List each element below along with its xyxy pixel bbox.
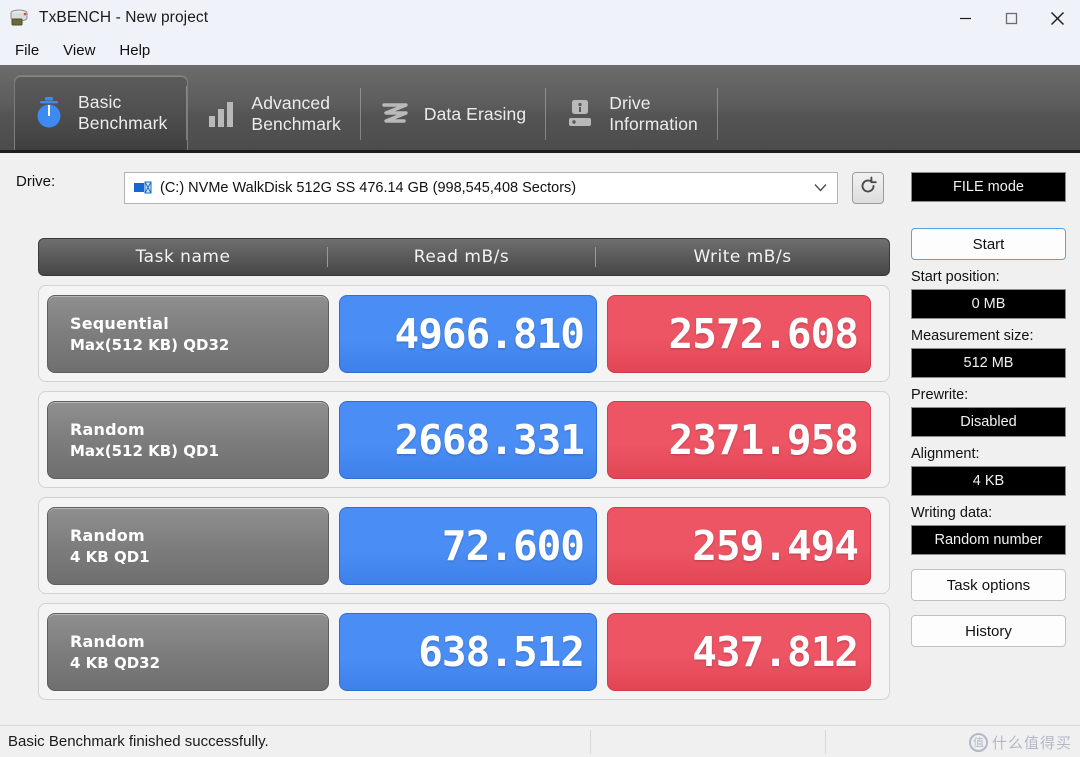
read-value-cell: 638.512 bbox=[339, 612, 597, 691]
window-title: TxBENCH - New project bbox=[39, 9, 209, 26]
write-value-cell: 259.494 bbox=[607, 506, 871, 585]
start-button[interactable]: Start bbox=[911, 228, 1066, 260]
task-line1: Random bbox=[70, 525, 145, 545]
title-bar: TxBENCH - New project bbox=[0, 0, 1080, 36]
results-panel: Task name Read mB/s Write mB/s Sequentia… bbox=[38, 238, 890, 700]
write-value-cell: 437.812 bbox=[607, 612, 871, 691]
column-header-task-name: Task name bbox=[135, 247, 231, 267]
task-line1: Random bbox=[70, 631, 145, 651]
file-mode-button[interactable]: FILE mode bbox=[911, 172, 1066, 202]
watermark-text: 什么值得买 bbox=[991, 734, 1072, 752]
tab-divider bbox=[716, 88, 718, 140]
measurement-size-value[interactable]: 512 MB bbox=[911, 348, 1066, 378]
task-options-button[interactable]: Task options bbox=[911, 569, 1066, 601]
disk-stack-icon bbox=[8, 8, 30, 28]
column-header-write: Write mB/s bbox=[595, 247, 889, 267]
results-header: Task name Read mB/s Write mB/s bbox=[38, 238, 890, 276]
start-position-label: Start position: bbox=[911, 269, 1000, 285]
refresh-button[interactable] bbox=[852, 172, 884, 204]
watermark: 值 什么值得买 bbox=[968, 730, 1072, 754]
tab-divider bbox=[186, 86, 188, 140]
writing-data-value[interactable]: Random number bbox=[911, 525, 1066, 555]
alignment-label: Alignment: bbox=[911, 446, 980, 462]
maximize-button[interactable] bbox=[988, 0, 1034, 36]
status-message: Basic Benchmark finished successfully. bbox=[8, 733, 269, 750]
tab-strip: Basic Benchmark Advanced Benchmark Data … bbox=[0, 65, 1080, 153]
prewrite-label: Prewrite: bbox=[911, 387, 969, 403]
drive-info-icon bbox=[562, 94, 598, 134]
eraser-wave-icon bbox=[377, 94, 413, 134]
task-cell[interactable]: Sequential Max(512 KB) QD32 bbox=[47, 294, 329, 373]
task-line2: Max(512 KB) QD1 bbox=[70, 441, 219, 460]
tab-advanced-benchmark-label: Advanced Benchmark bbox=[251, 93, 341, 134]
minimize-button[interactable] bbox=[942, 0, 988, 36]
drive-select[interactable]: (C:) NVMe WalkDisk 512G SS 476.14 GB (99… bbox=[124, 172, 838, 204]
task-cell[interactable]: Random 4 KB QD1 bbox=[47, 506, 329, 585]
refresh-icon bbox=[858, 176, 878, 201]
tab-data-erasing[interactable]: Data Erasing bbox=[361, 78, 547, 150]
tab-data-erasing-label: Data Erasing bbox=[423, 103, 527, 124]
drive-label: Drive: bbox=[16, 173, 56, 190]
chevron-down-icon[interactable] bbox=[814, 181, 827, 195]
task-cell[interactable]: Random Max(512 KB) QD1 bbox=[47, 400, 329, 479]
read-value-cell: 4966.810 bbox=[339, 294, 597, 373]
tab-drive-information[interactable]: Drive Information bbox=[546, 78, 718, 150]
read-value-cell: 2668.331 bbox=[339, 400, 597, 479]
table-row: Random 4 KB QD1 72.600 259.494 bbox=[38, 497, 890, 594]
stopwatch-icon bbox=[31, 93, 67, 133]
status-bar: Basic Benchmark finished successfully. 值… bbox=[0, 725, 1080, 757]
start-position-value[interactable]: 0 MB bbox=[911, 289, 1066, 319]
status-divider bbox=[590, 730, 591, 754]
read-value-cell: 72.600 bbox=[339, 506, 597, 585]
alignment-value[interactable]: 4 KB bbox=[911, 466, 1066, 496]
status-divider bbox=[825, 730, 826, 754]
drive-icon bbox=[133, 180, 153, 197]
menu-item-help[interactable]: Help bbox=[115, 40, 161, 62]
window-controls bbox=[942, 0, 1080, 36]
menu-item-view[interactable]: View bbox=[59, 40, 106, 62]
write-value-cell: 2371.958 bbox=[607, 400, 871, 479]
task-cell[interactable]: Random 4 KB QD32 bbox=[47, 612, 329, 691]
task-line2: 4 KB QD1 bbox=[70, 547, 150, 566]
tab-basic-benchmark-label: Basic Benchmark bbox=[78, 92, 168, 133]
tab-drive-information-label: Drive Information bbox=[609, 93, 698, 134]
tab-basic-benchmark[interactable]: Basic Benchmark bbox=[14, 75, 189, 150]
measurement-size-label: Measurement size: bbox=[911, 328, 1034, 344]
menu-bar: File View Help bbox=[0, 36, 1080, 65]
menu-item-file[interactable]: File bbox=[11, 40, 50, 62]
watermark-logo: 值 bbox=[968, 732, 988, 752]
tab-advanced-benchmark[interactable]: Advanced Benchmark bbox=[188, 78, 361, 150]
drive-selected-text: (C:) NVMe WalkDisk 512G SS 476.14 GB (99… bbox=[160, 180, 577, 196]
bar-chart-icon bbox=[204, 94, 240, 134]
table-row: Random Max(512 KB) QD1 2668.331 2371.958 bbox=[38, 391, 890, 488]
table-row: Sequential Max(512 KB) QD32 4966.810 257… bbox=[38, 285, 890, 382]
task-line2: 4 KB QD32 bbox=[70, 653, 161, 672]
task-line1: Random bbox=[70, 419, 145, 439]
close-button[interactable] bbox=[1034, 0, 1080, 36]
writing-data-label: Writing data: bbox=[911, 505, 993, 521]
task-line1: Sequential bbox=[70, 313, 169, 333]
write-value-cell: 2572.608 bbox=[607, 294, 871, 373]
prewrite-value[interactable]: Disabled bbox=[911, 407, 1066, 437]
task-line2: Max(512 KB) QD32 bbox=[70, 335, 230, 354]
txbench-window: TxBENCH - New project File View Help Bas… bbox=[0, 0, 1080, 757]
history-button[interactable]: History bbox=[911, 615, 1066, 647]
table-row: Random 4 KB QD32 638.512 437.812 bbox=[38, 603, 890, 700]
column-header-read: Read mB/s bbox=[327, 247, 595, 267]
control-panel: FILE mode Start Start position: 0 MB Mea… bbox=[911, 172, 1066, 647]
